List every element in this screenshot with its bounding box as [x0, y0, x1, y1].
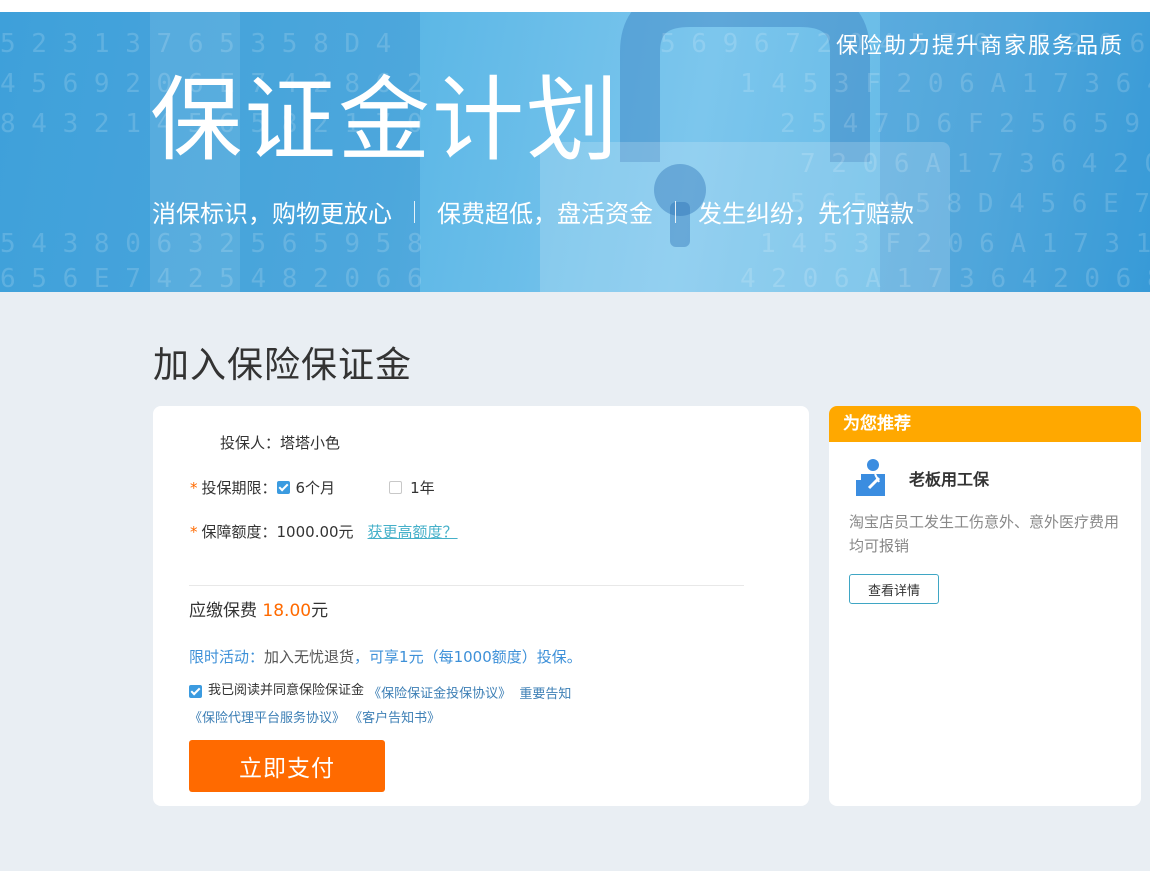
insurance-agreement-link[interactable]: 《保险保证金投保协议》: [368, 687, 511, 702]
tagline-1: 消保标识，购物更放心: [152, 200, 392, 228]
recommend-card: 为您推荐 老板用工保 淘宝店员工发生工伤意外、意外医疗费用均可报销 查看详情: [829, 406, 1141, 806]
tagline-3: 发生纠纷，先行赔款: [698, 200, 914, 228]
checkbox-checked-icon[interactable]: [276, 481, 290, 494]
promo-prefix: 限时活动：: [189, 648, 265, 666]
important-notice-link[interactable]: 重要告知: [519, 687, 571, 702]
period-option-label: 6个月: [295, 479, 336, 497]
product-name: 老板用工保: [909, 470, 990, 489]
banner-slogan: 保险助力提升商家服务品质: [835, 34, 1124, 59]
higher-coverage-link[interactable]: 获更高额度？: [368, 521, 458, 542]
insured-label: 投保人：: [220, 434, 281, 452]
banner-taglines: 消保标识，购物更放心 保费超低，盘活资金 发生纠纷，先行赔款: [152, 194, 914, 229]
agree-checkbox-row[interactable]: 我已阅读并同意保险保证金: [189, 679, 364, 703]
coverage-row: * 保障额度： 1000.00元 获更高额度？: [190, 521, 458, 542]
insured-value: 塔塔小色: [280, 434, 341, 452]
svg-text:2 5 4 7 D 6 F 2 5 6 5 9 5 8 D: 2 5 4 7 D 6 F 2 5 6 5 9 5 8 D: [780, 109, 1150, 139]
platform-service-agreement-link[interactable]: 《保险代理平台服务协议》: [189, 711, 345, 726]
recommend-header: 为您推荐: [829, 406, 1141, 442]
top-strip: [0, 0, 1150, 12]
period-option-6m[interactable]: 6个月: [276, 477, 336, 498]
required-mark: *: [190, 478, 198, 497]
view-details-button[interactable]: 查看详情: [849, 574, 939, 604]
svg-text:1 4 5 3 F 2 0 6 A 1 7 3 6 4 2: 1 4 5 3 F 2 0 6 A 1 7 3 6 4 2: [740, 69, 1150, 99]
svg-text:6 5 6 E 7 4 2 5 4 8 2 0 6 6: 6 5 6 E 7 4 2 5 4 8 2 0 6 6: [0, 264, 423, 292]
promo-suffix: ，可享1元（每1000额度）投保。: [354, 648, 582, 666]
enroll-form-card: 投保人： 塔塔小色 * 投保期限： 6个月 1年 * 保障额度： 1000.00…: [153, 406, 809, 806]
premium-due: 应缴保费 18.00元: [189, 596, 328, 621]
period-option-label: 1年: [410, 479, 435, 497]
tagline-2: 保费超低，盘活资金: [437, 200, 653, 228]
svg-text:4 2 0 6 A 1 7 3 6 4 2 0 6 8 D: 4 2 0 6 A 1 7 3 6 4 2 0 6 8 D: [740, 264, 1150, 292]
period-row: * 投保期限： 6个月 1年: [190, 477, 435, 498]
form-divider: [189, 585, 744, 586]
coverage-value: 1000.00元: [276, 523, 354, 541]
svg-text:1 4 5 3 F 2 0 6 A 1 7 3 1 1 5: 1 4 5 3 F 2 0 6 A 1 7 3 1 1 5 8: [760, 229, 1150, 259]
worker-insurance-icon: [856, 459, 885, 496]
hero-banner: 5 2 3 1 3 7 6 5 3 5 8 D 4 4 5 6 9 2 0 6 …: [0, 12, 1150, 292]
recommended-product[interactable]: 老板用工保: [853, 458, 989, 498]
svg-text:5 4 3 8 0 6 3 2 5 6 5 9 5 8: 5 4 3 8 0 6 3 2 5 6 5 9 5 8: [0, 229, 423, 259]
promo-highlight: 加入无忧退货: [264, 648, 355, 666]
product-description: 淘宝店员工发生工伤意外、意外医疗费用均可报销: [849, 513, 1120, 555]
tagline-divider: [414, 200, 415, 223]
checkbox-unchecked-icon[interactable]: [389, 481, 403, 494]
svg-text:7 2 0 6 A 1 7 3 6 4 2 0 6 8 9: 7 2 0 6 A 1 7 3 6 4 2 0 6 8 9: [800, 149, 1150, 179]
svg-text:5 2 3 1 3 7 6 5 3 5 8 D 4: 5 2 3 1 3 7 6 5 3 5 8 D 4: [0, 29, 391, 59]
promo-notice: 限时活动：加入无忧退货，可享1元（每1000额度）投保。: [189, 646, 582, 667]
period-option-1y[interactable]: 1年: [389, 477, 435, 498]
period-label: 投保期限：: [201, 479, 277, 497]
page-title: 加入保险保证金: [153, 345, 413, 386]
checkbox-checked-icon[interactable]: [189, 684, 202, 698]
customer-notice-link[interactable]: 《客户告知书》: [349, 711, 440, 726]
banner-title: 保证金计划: [150, 67, 621, 174]
required-mark: *: [190, 522, 198, 541]
fee-amount: 18.00: [262, 601, 312, 621]
pay-now-button[interactable]: 立即支付: [189, 740, 385, 792]
agreement-block: 我已阅读并同意保险保证金 《保险保证金投保协议》 重要告知 《保险代理平台服务协…: [189, 679, 789, 731]
fee-label: 应缴保费: [189, 601, 257, 621]
fee-unit: 元: [311, 601, 329, 621]
coverage-label: 保障额度：: [201, 523, 277, 541]
tagline-divider: [675, 200, 676, 223]
agree-text: 我已阅读并同意保险保证金: [208, 683, 365, 698]
insured-row: 投保人： 塔塔小色: [220, 432, 340, 453]
